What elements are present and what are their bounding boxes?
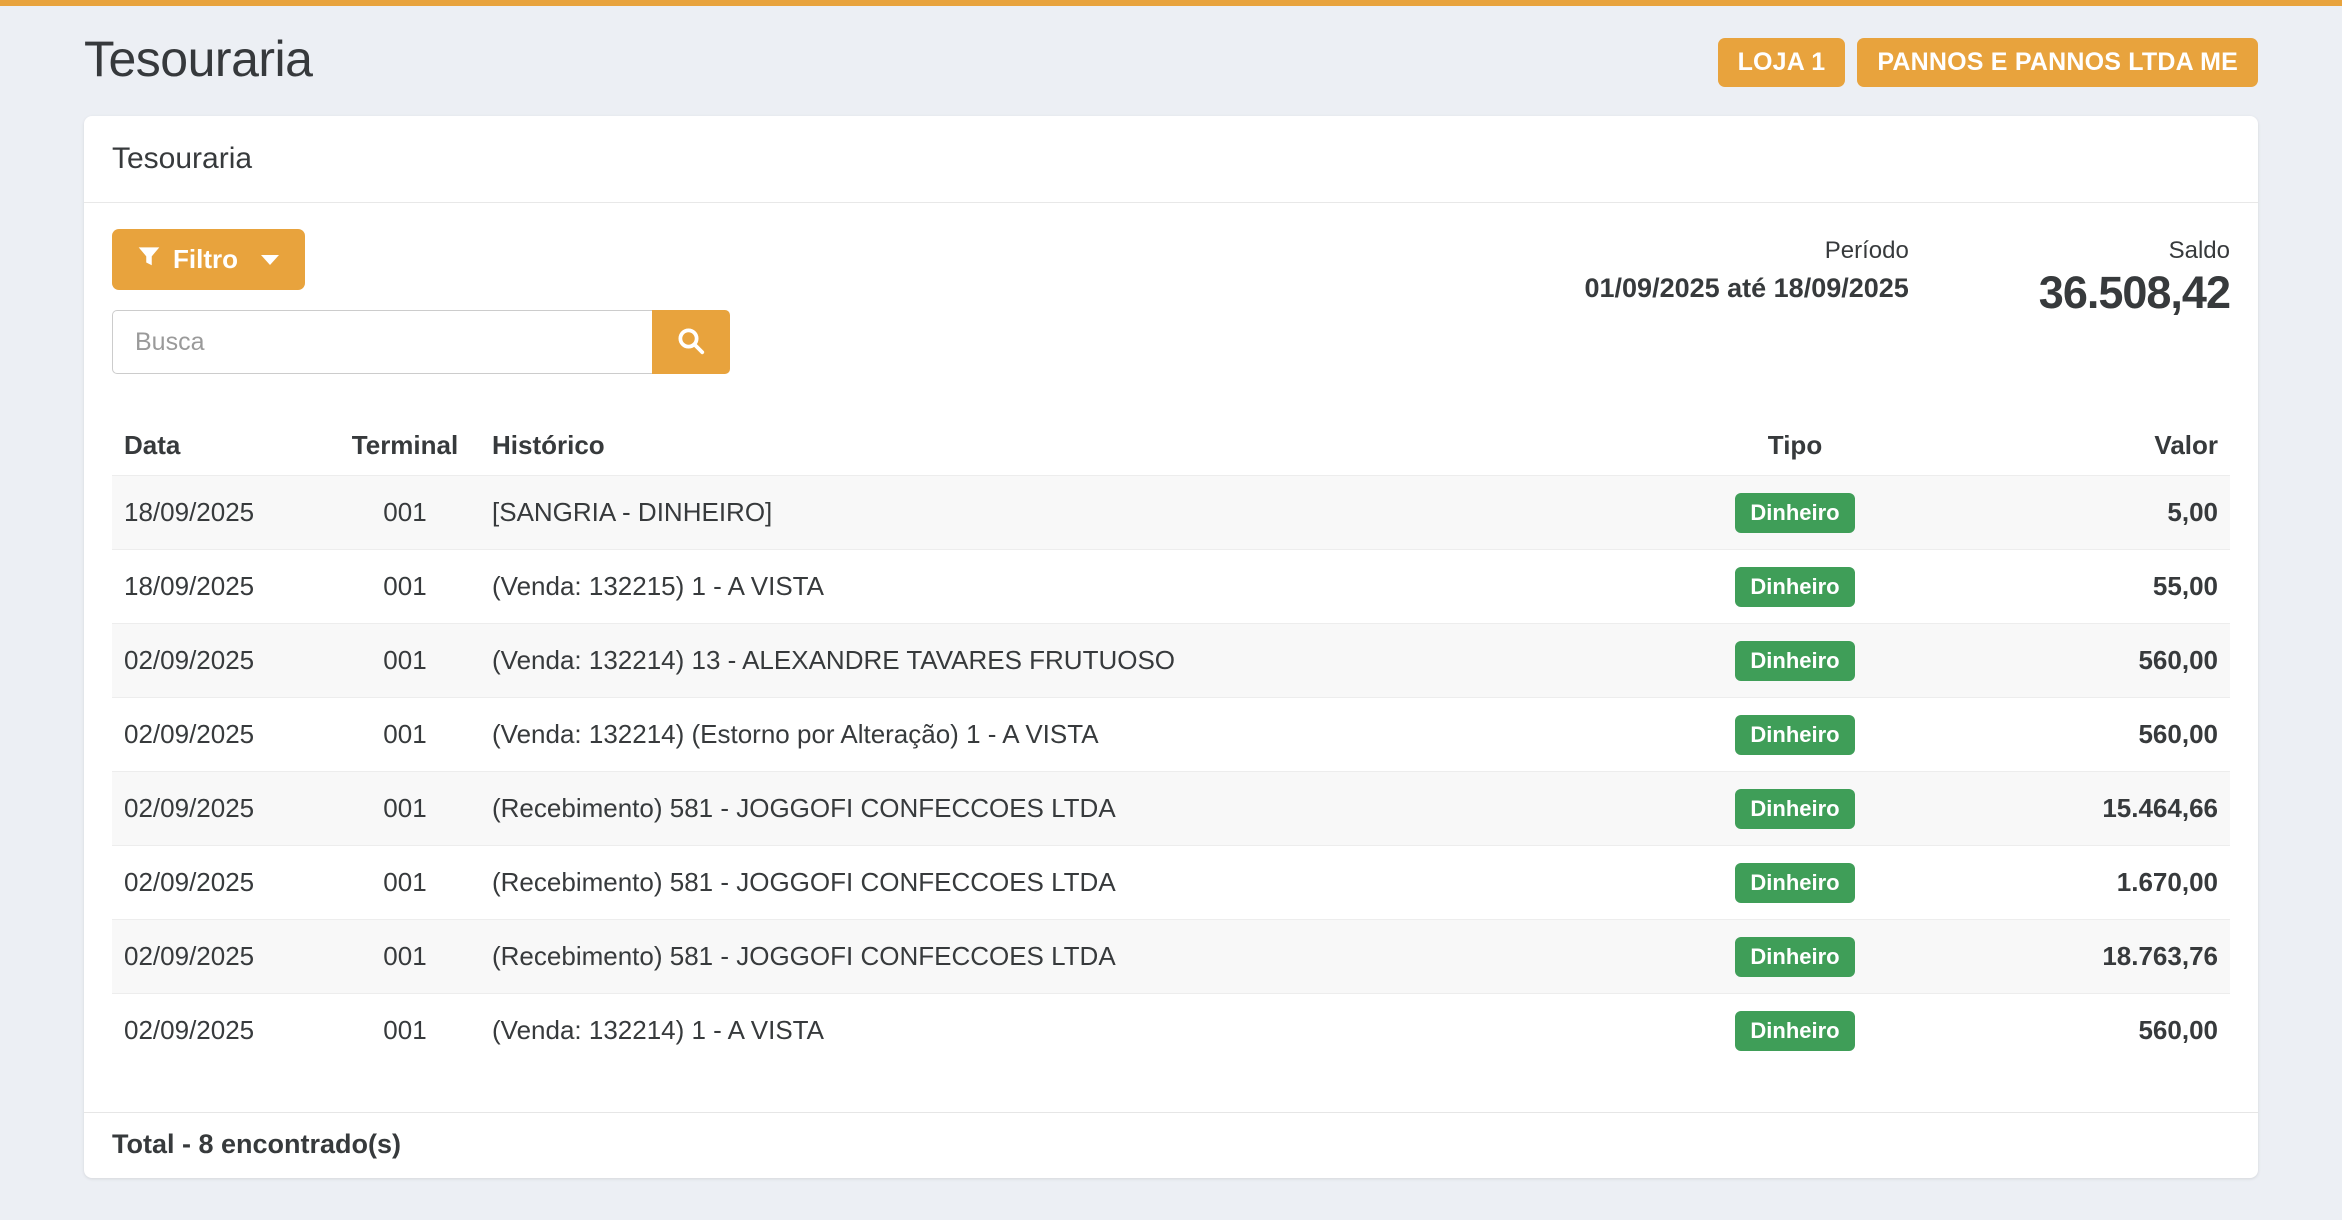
store-badges: LOJA 1 PANNOS E PANNOS LTDA ME [1718,38,2258,87]
tipo-badge: Dinheiro [1735,715,1854,755]
cell-data: 02/09/2025 [112,846,330,920]
tipo-badge: Dinheiro [1735,1011,1854,1051]
cell-tipo: Dinheiro [1690,994,1900,1068]
store-badge-company[interactable]: PANNOS E PANNOS LTDA ME [1857,38,2258,87]
cell-valor: 560,00 [1900,624,2230,698]
table-row: 02/09/2025001(Venda: 132214) (Estorno po… [112,698,2230,772]
period-value: 01/09/2025 até 18/09/2025 [1585,273,1909,304]
card-body: Filtro [84,203,2258,1112]
cell-terminal: 001 [330,920,480,994]
cell-terminal: 001 [330,698,480,772]
tesouraria-card: Tesouraria Filtro [84,116,2258,1178]
cell-tipo: Dinheiro [1690,698,1900,772]
tipo-badge: Dinheiro [1735,937,1854,977]
funnel-icon [138,244,160,275]
cell-tipo: Dinheiro [1690,846,1900,920]
filter-search-group: Filtro [112,229,730,374]
filter-button[interactable]: Filtro [112,229,305,290]
tipo-badge: Dinheiro [1735,641,1854,681]
cell-terminal: 001 [330,994,480,1068]
cell-data: 02/09/2025 [112,772,330,846]
cell-tipo: Dinheiro [1690,624,1900,698]
cell-valor: 560,00 [1900,994,2230,1068]
tipo-badge: Dinheiro [1735,493,1854,533]
cell-data: 02/09/2025 [112,994,330,1068]
column-header-historico: Histórico [480,416,1690,476]
cell-valor: 1.670,00 [1900,846,2230,920]
table-row: 02/09/2025001(Recebimento) 581 - JOGGOFI… [112,846,2230,920]
toolbar: Filtro [112,229,2230,374]
cell-historico: (Recebimento) 581 - JOGGOFI CONFECCOES L… [480,772,1690,846]
cell-historico: (Venda: 132214) 13 - ALEXANDRE TAVARES F… [480,624,1690,698]
store-badge-loja[interactable]: LOJA 1 [1718,38,1846,87]
cell-tipo: Dinheiro [1690,772,1900,846]
column-header-valor: Valor [1900,416,2230,476]
table-row: 18/09/2025001(Venda: 132215) 1 - A VISTA… [112,550,2230,624]
cell-valor: 5,00 [1900,476,2230,550]
cell-historico: (Venda: 132214) (Estorno por Alteração) … [480,698,1690,772]
cell-terminal: 001 [330,772,480,846]
cell-data: 18/09/2025 [112,550,330,624]
page-title: Tesouraria [84,30,312,88]
period-stat: Período 01/09/2025 até 18/09/2025 [1585,237,1909,319]
table-row: 02/09/2025001(Recebimento) 581 - JOGGOFI… [112,920,2230,994]
top-accent-bar [0,0,2342,6]
cell-historico: (Recebimento) 581 - JOGGOFI CONFECCOES L… [480,846,1690,920]
period-label: Período [1585,237,1909,265]
cell-historico: (Venda: 132214) 1 - A VISTA [480,994,1690,1068]
filter-button-label: Filtro [173,244,238,275]
stats: Período 01/09/2025 até 18/09/2025 Saldo … [1585,229,2231,319]
chevron-down-icon [261,255,279,265]
cell-terminal: 001 [330,476,480,550]
table-total: Total - 8 encontrado(s) [84,1112,2258,1178]
cell-data: 18/09/2025 [112,476,330,550]
cell-data: 02/09/2025 [112,698,330,772]
tipo-badge: Dinheiro [1735,863,1854,903]
table-head: Data Terminal Histórico Tipo Valor [112,416,2230,476]
saldo-value: 36.508,42 [2039,267,2230,319]
table-header-row: Data Terminal Histórico Tipo Valor [112,416,2230,476]
table-row: 18/09/2025001[SANGRIA - DINHEIRO] Dinheir… [112,476,2230,550]
cell-valor: 55,00 [1900,550,2230,624]
cell-data: 02/09/2025 [112,920,330,994]
cell-tipo: Dinheiro [1690,920,1900,994]
table-body: 18/09/2025001[SANGRIA - DINHEIRO]Dinheir… [112,476,2230,1068]
column-header-tipo: Tipo [1690,416,1900,476]
search-input[interactable] [112,310,652,374]
cell-terminal: 001 [330,550,480,624]
column-header-data: Data [112,416,330,476]
transactions-table: Data Terminal Histórico Tipo Valor 18/09… [112,416,2230,1068]
search-icon [676,326,706,359]
cell-historico: (Venda: 132215) 1 - A VISTA [480,550,1690,624]
cell-valor: 560,00 [1900,698,2230,772]
cell-terminal: 001 [330,846,480,920]
search-row [112,310,730,374]
cell-valor: 15.464,66 [1900,772,2230,846]
page-header: Tesouraria LOJA 1 PANNOS E PANNOS LTDA M… [84,24,2258,88]
cell-tipo: Dinheiro [1690,550,1900,624]
cell-data: 02/09/2025 [112,624,330,698]
table-row: 02/09/2025001(Venda: 132214) 1 - A VISTA… [112,994,2230,1068]
tipo-badge: Dinheiro [1735,789,1854,829]
table-row: 02/09/2025001(Recebimento) 581 - JOGGOFI… [112,772,2230,846]
saldo-label: Saldo [2039,237,2230,265]
column-header-terminal: Terminal [330,416,480,476]
card-title: Tesouraria [84,116,2258,203]
search-button[interactable] [652,310,730,374]
cell-historico: (Recebimento) 581 - JOGGOFI CONFECCOES L… [480,920,1690,994]
cell-valor: 18.763,76 [1900,920,2230,994]
page: Tesouraria LOJA 1 PANNOS E PANNOS LTDA M… [0,24,2342,1178]
cell-tipo: Dinheiro [1690,476,1900,550]
cell-historico: [SANGRIA - DINHEIRO] [480,476,1690,550]
saldo-stat: Saldo 36.508,42 [2039,237,2230,319]
tipo-badge: Dinheiro [1735,567,1854,607]
table-row: 02/09/2025001(Venda: 132214) 13 - ALEXAN… [112,624,2230,698]
cell-terminal: 001 [330,624,480,698]
